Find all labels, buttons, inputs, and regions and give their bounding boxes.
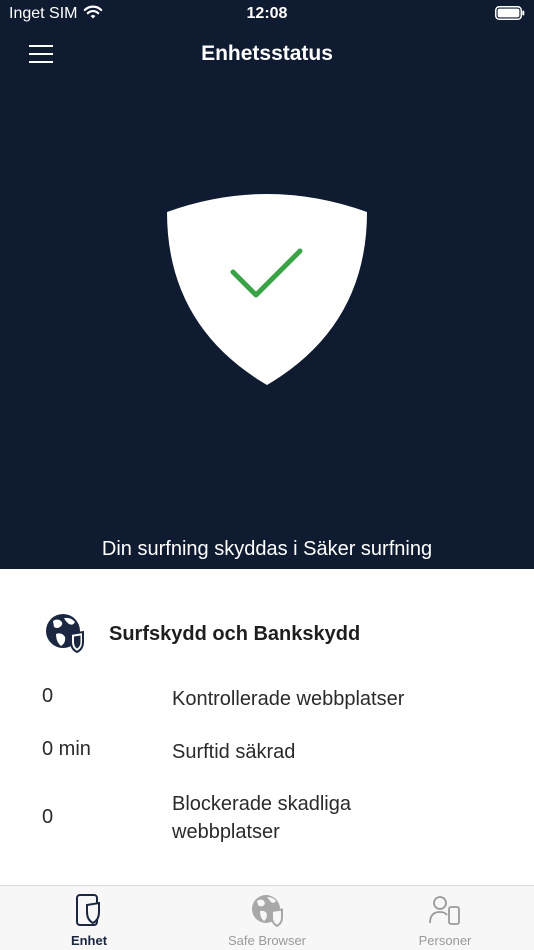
stat-label: Surftid säkrad (172, 741, 296, 763)
stat-value: 0 (42, 685, 54, 707)
clock: 12:08 (246, 5, 288, 22)
battery-icon (495, 6, 525, 20)
globe-shield-icon (252, 895, 283, 928)
tab-label: Enhet (70, 933, 108, 948)
tab-bar: Enhet Safe Browser Personer (0, 885, 534, 950)
shield-check-icon (167, 194, 367, 385)
card-title: Surfskydd och Bankskydd (109, 623, 361, 645)
tab-personer[interactable]: Personer (356, 886, 534, 950)
tab-label: Personer (418, 933, 472, 948)
stat-value: 0 min (42, 738, 91, 760)
stat-value: 0 (42, 806, 54, 828)
tab-safe-browser[interactable]: Safe Browser (178, 886, 356, 950)
protection-status-text: Din surfning skyddas i Säker surfning (101, 538, 433, 560)
globe-shield-icon (46, 614, 84, 654)
card-header: Surfskydd och Bankskydd (44, 612, 504, 656)
person-device-icon (429, 896, 460, 925)
device-shield-icon (76, 894, 100, 926)
stat-label: Blockerade skadliga webbplatser (172, 793, 351, 843)
tab-enhet[interactable]: Enhet (0, 886, 178, 950)
tab-label: Safe Browser (227, 933, 307, 948)
stat-label: Kontrollerade webbplatser (172, 688, 405, 710)
page-title: Enhetsstatus (201, 42, 333, 65)
status-bar: Inget SIM 12:08 (0, 0, 534, 28)
status-hero-panel: Inget SIM 12:08 Enhetsstatus Din surfnin… (0, 0, 534, 569)
